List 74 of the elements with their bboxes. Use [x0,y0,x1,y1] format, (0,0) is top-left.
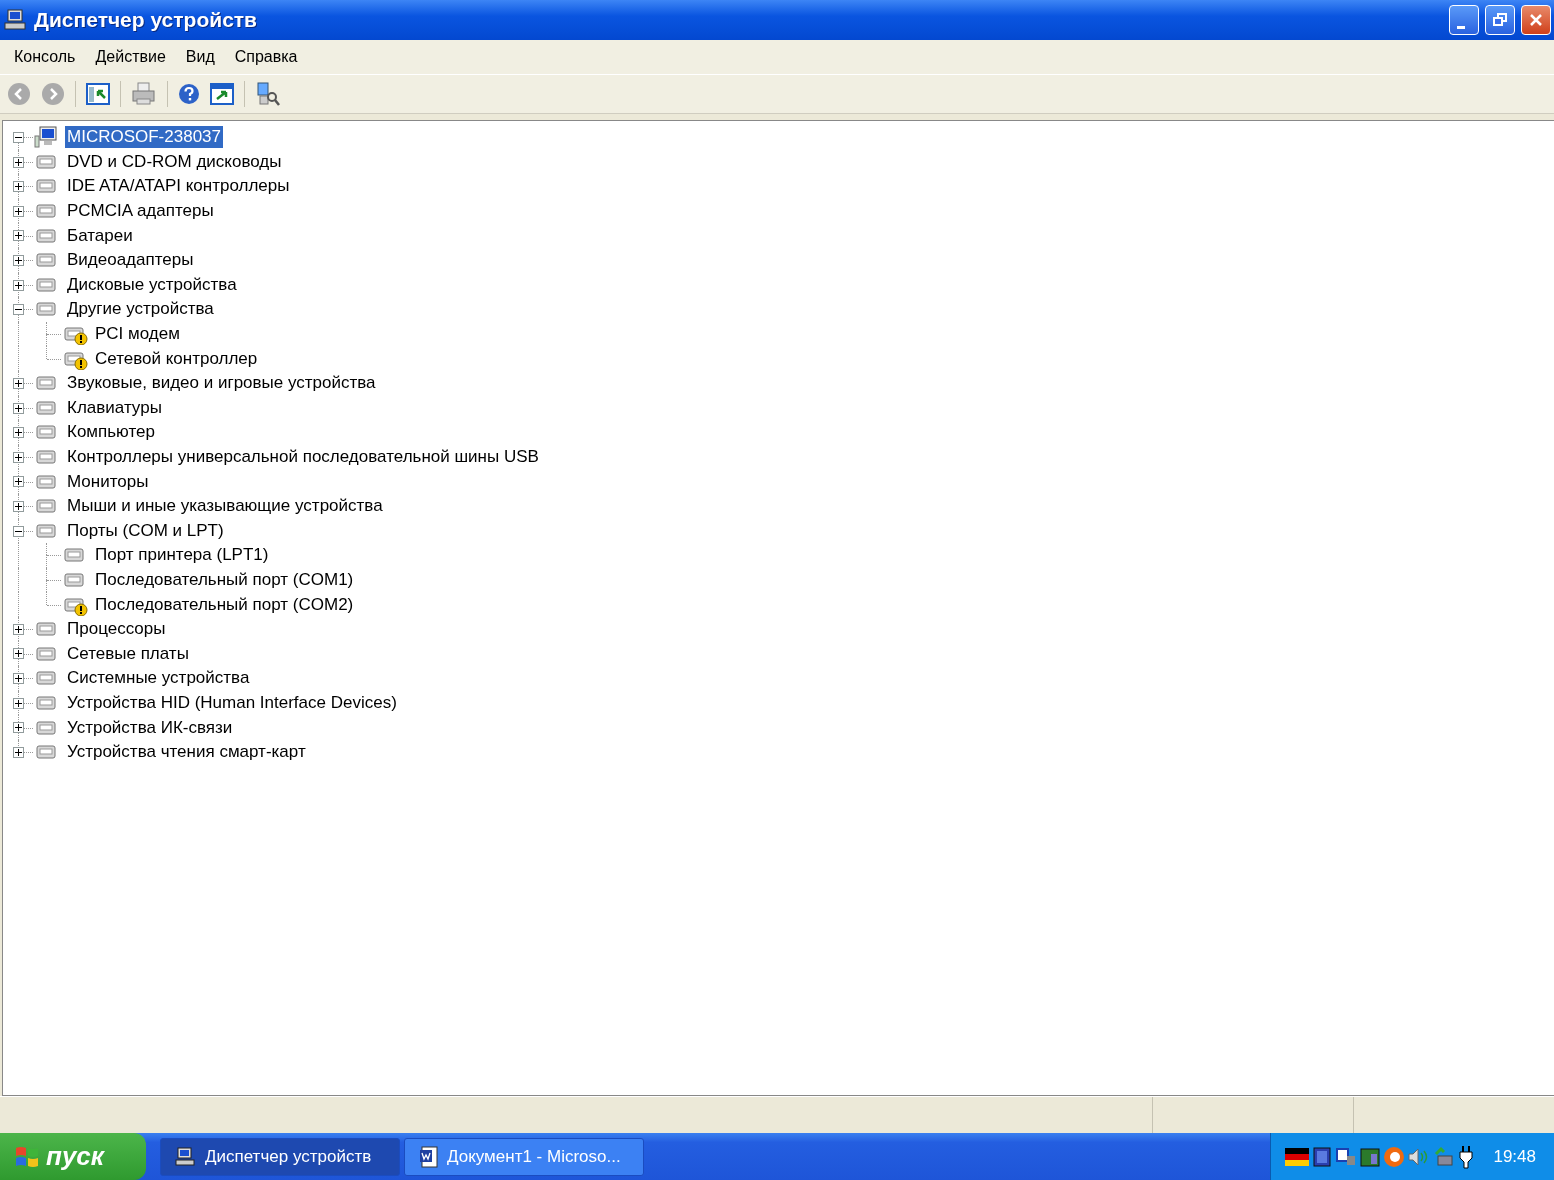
expander-icon[interactable] [13,279,24,291]
taskbar-button[interactable]: Документ1 - Microso... [404,1137,644,1176]
expander-icon[interactable] [13,304,24,316]
tree-item[interactable]: Устройства чтения смарт-карт [65,741,308,764]
expander-icon[interactable] [13,697,24,709]
tree-item[interactable]: MICROSOF-238037 [65,126,223,149]
ring-icon[interactable] [1383,1145,1406,1168]
expander-icon[interactable] [13,451,24,463]
expander-icon[interactable] [13,722,24,734]
tree-item[interactable]: Сетевой контроллер [93,347,260,370]
tree-item[interactable]: IDE ATA/ATAPI контроллеры [65,175,292,198]
tree-item[interactable]: Видеоадаптеры [65,249,196,272]
tree-item[interactable]: Процессоры [65,618,168,641]
windows-logo [14,1144,40,1169]
document-icon [419,1145,439,1168]
expander-icon[interactable] [13,746,24,758]
tree-item[interactable]: DVD и CD-ROM дисководы [65,150,284,173]
window-title: Диспетчер устройств [34,8,257,32]
tree-item[interactable]: PCI модем [93,323,182,346]
tree-item[interactable]: Дисковые устройства [65,273,239,296]
window-icon[interactable] [210,83,234,105]
book-icon[interactable] [1311,1145,1334,1168]
menu-item[interactable]: Действие [85,48,176,66]
taskbar-button[interactable]: Диспетчер устройств [160,1137,400,1176]
tree-item[interactable]: Компьютер [65,421,157,444]
expander-icon[interactable] [13,648,24,660]
expander-icon[interactable] [13,205,24,217]
flag-icon[interactable] [1285,1145,1310,1168]
scan-icon[interactable] [255,81,281,107]
expander-icon[interactable] [13,377,24,389]
expander-icon[interactable] [13,623,24,635]
clock: 19:48 [1493,1146,1536,1167]
computer-icon [4,9,28,31]
tree-item[interactable]: Порты (COM и LPT) [65,519,226,542]
tree-item[interactable]: Батареи [65,224,135,247]
tree-item[interactable]: Системные устройства [65,667,252,690]
restore-button[interactable] [1485,5,1515,35]
close-icon [1529,13,1543,27]
expander-icon[interactable] [13,230,24,242]
help-icon[interactable] [178,83,200,105]
plug-icon[interactable] [1457,1144,1476,1169]
panel-icon[interactable] [86,83,110,105]
expander-icon[interactable] [13,156,24,168]
tree-item[interactable]: Мыши и иные указывающие устройства [65,495,385,518]
expander-icon[interactable] [13,254,24,266]
expander-icon[interactable] [13,525,24,537]
minimize-icon [1457,25,1465,29]
computer-icon [175,1146,197,1167]
tree-item[interactable]: Последовательный порт (COM2) [93,593,356,616]
tree-item[interactable]: Другие устройства [65,298,216,321]
computer-icon [34,126,60,149]
expander-icon[interactable] [13,402,24,414]
expander-icon[interactable] [13,427,24,439]
tree-item[interactable]: Последовательный порт (COM1) [93,569,356,591]
tree-item[interactable]: Устройства ИК-связи [65,716,235,739]
expander-icon[interactable] [13,673,24,685]
tree-item[interactable]: PCMCIA адаптеры [65,200,216,223]
tree-item[interactable]: Клавиатуры [65,396,164,419]
tree-item[interactable]: Сетевые платы [65,642,191,665]
tree-item[interactable]: Контроллеры универсальной последовательной шины USB [65,446,541,468]
expander-icon[interactable] [13,181,24,193]
menu-item[interactable]: Справка [224,48,308,66]
tree-item[interactable]: Порт принтера (LPT1) [93,544,271,567]
tree-item[interactable]: Звуковые, видео и игровые устройства [65,372,378,395]
menu-item[interactable]: Консоль [4,48,86,66]
expander-icon[interactable] [13,132,24,143]
minimize-button[interactable] [1449,5,1479,35]
restore-icon [1493,13,1507,27]
close-button[interactable] [1521,5,1551,35]
expander-icon[interactable] [13,476,24,488]
tree-item[interactable]: Устройства HID (Human Interface Devices) [65,691,399,714]
menu-item[interactable]: Вид [175,48,225,66]
tree-item[interactable]: Мониторы [65,470,151,493]
expander-icon[interactable] [13,500,24,512]
